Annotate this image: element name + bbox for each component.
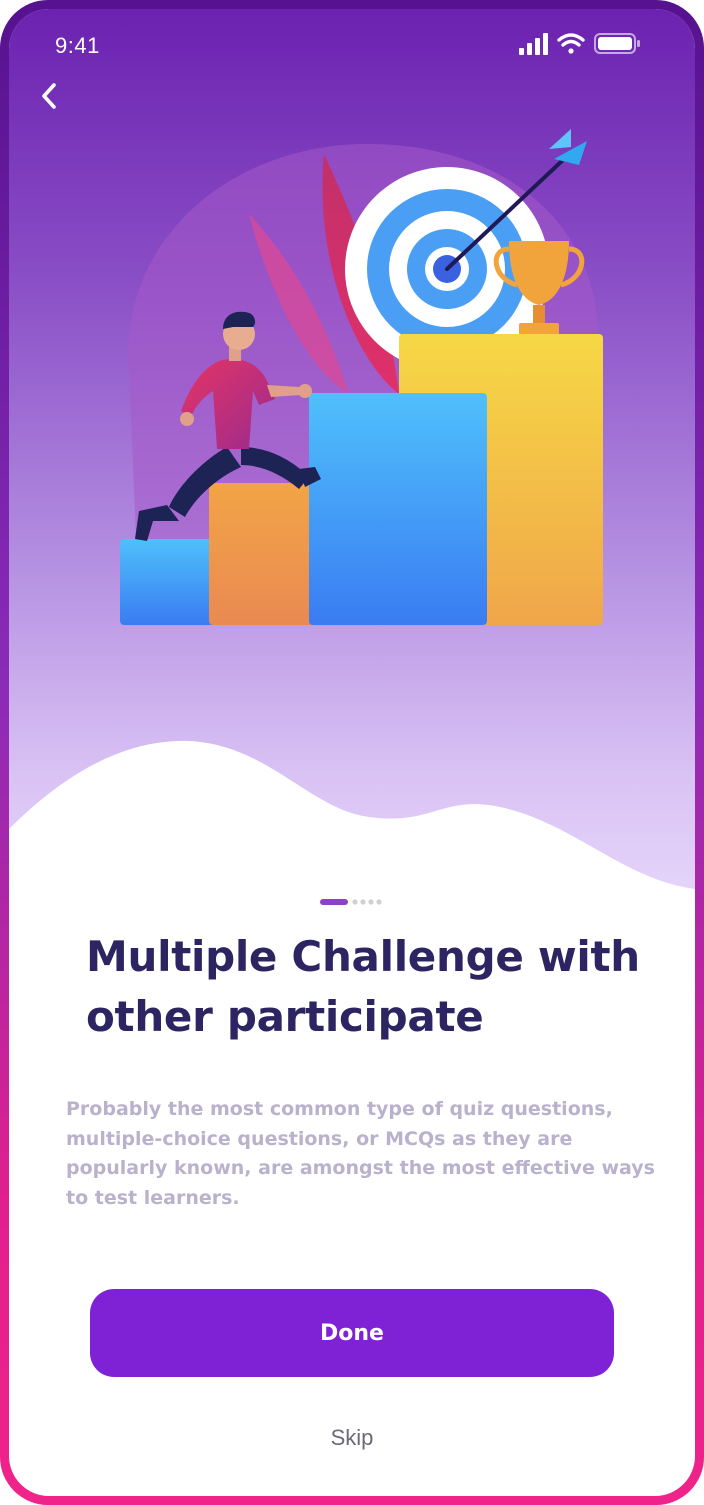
page-dot: [376, 899, 382, 905]
onboarding-description: Probably the most common type of quiz qu…: [66, 1098, 655, 1209]
onboarding-illustration: [120, 129, 603, 625]
page-dot: [368, 899, 374, 905]
onboarding-title: Multiple Challenge with other participat…: [86, 932, 640, 1041]
battery-icon: [594, 33, 640, 54]
chevron-left-icon: [42, 83, 56, 109]
status-bar: 9:41: [9, 9, 695, 79]
step-bar: [309, 393, 487, 625]
cellular-signal-icon: [519, 33, 548, 55]
skip-link[interactable]: Skip: [302, 1421, 402, 1455]
device-frame: 9:41 Multiple Challenge with other parti…: [0, 0, 704, 1505]
status-time: 9:41: [55, 33, 100, 58]
back-button[interactable]: [27, 73, 73, 119]
page-dot: [360, 899, 366, 905]
page-indicator: [320, 899, 382, 905]
wifi-icon: [557, 33, 585, 54]
page-dot: [352, 899, 358, 905]
status-icons: [519, 33, 640, 55]
onboarding-screen: 9:41 Multiple Challenge with other parti…: [9, 9, 695, 1496]
done-button[interactable]: Done: [90, 1289, 614, 1377]
page-dot-active: [320, 899, 348, 905]
